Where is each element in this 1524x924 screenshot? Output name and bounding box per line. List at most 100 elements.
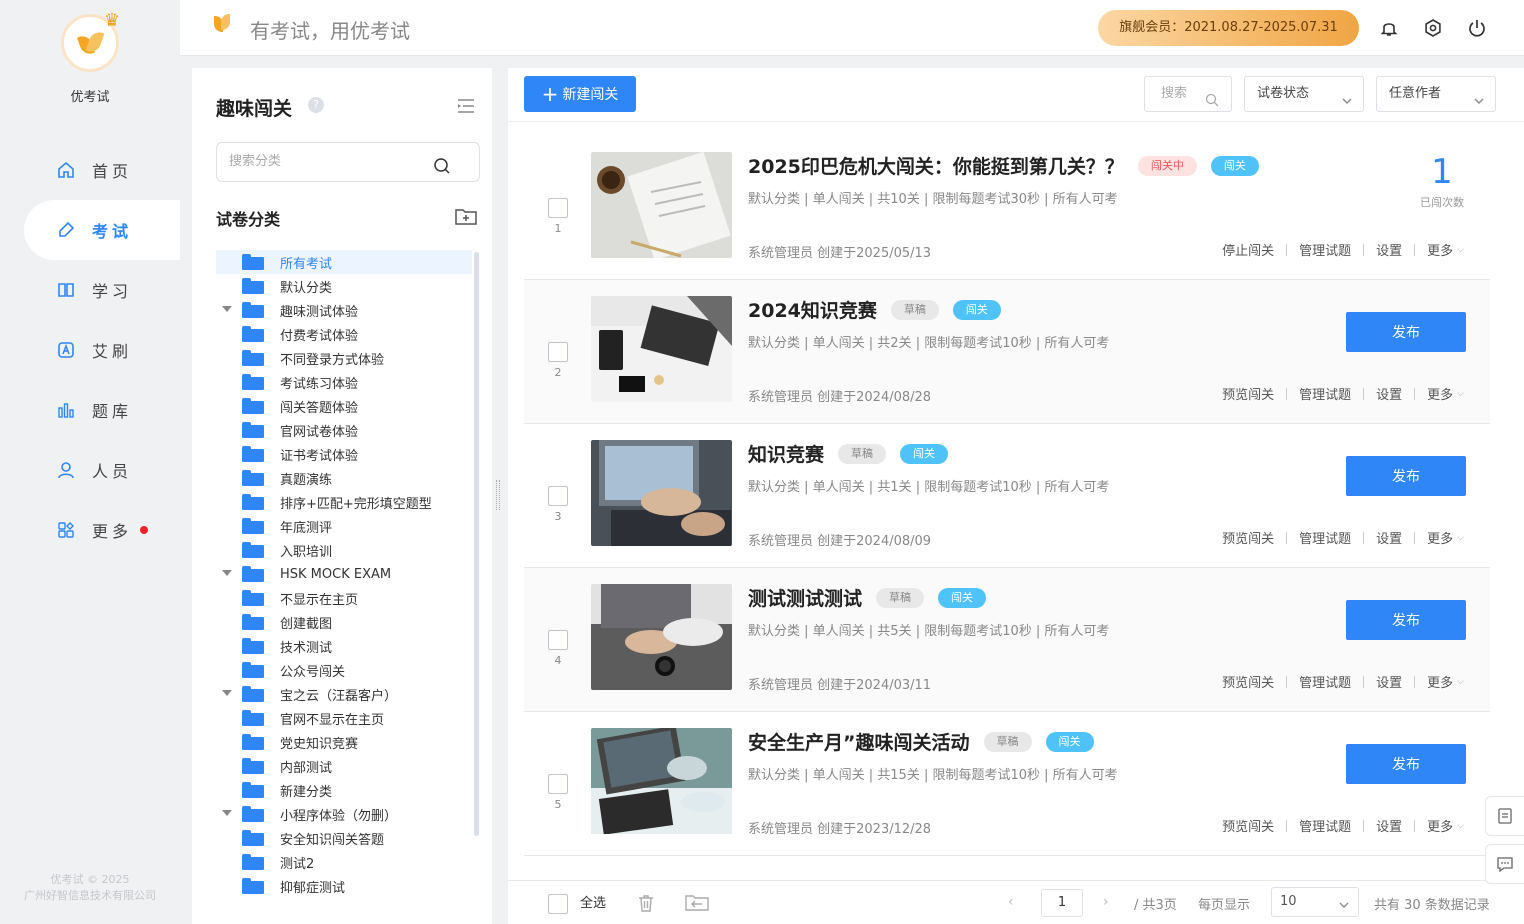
category-item[interactable]: 所有考试 — [216, 250, 472, 274]
category-item[interactable]: 内部测试 — [216, 754, 472, 778]
nav-item-exam[interactable]: 考试 — [24, 200, 180, 260]
publish-button[interactable]: 发布 — [1346, 744, 1466, 784]
power-icon[interactable] — [1465, 16, 1489, 40]
action-link[interactable]: 管理试题 — [1299, 528, 1351, 547]
cover-image[interactable] — [591, 296, 732, 402]
tree-scrollbar[interactable] — [474, 252, 479, 836]
category-item[interactable]: 默认分类 — [216, 274, 472, 298]
action-link[interactable]: 停止闯关 — [1222, 240, 1274, 259]
category-item[interactable]: 考试练习体验 — [216, 370, 472, 394]
challenge-title[interactable]: 知识竞赛 草稿 闯关 — [748, 440, 949, 467]
search-input[interactable]: 搜索 — [1144, 76, 1232, 112]
move-folder-icon[interactable] — [684, 893, 710, 917]
nav-item-more[interactable]: 更多 — [0, 500, 180, 560]
search-icon[interactable] — [1205, 87, 1219, 121]
row-checkbox[interactable] — [548, 774, 568, 794]
action-link[interactable]: 设置 — [1376, 816, 1402, 835]
category-item[interactable]: 不显示在主页 — [216, 586, 472, 610]
action-link[interactable]: 设置 — [1376, 672, 1402, 691]
publish-button[interactable]: 发布 — [1346, 456, 1466, 496]
membership-badge[interactable]: 旗舰会员：2021.08.27-2025.07.31 — [1098, 10, 1359, 46]
challenge-title[interactable]: 测试测试测试 草稿 闯关 — [748, 584, 987, 611]
category-item[interactable]: 入职培训 — [216, 538, 472, 562]
publish-button[interactable]: 发布 — [1346, 312, 1466, 352]
author-select[interactable]: 任意作者 — [1376, 76, 1496, 112]
row-checkbox[interactable] — [548, 486, 568, 506]
cover-image[interactable] — [591, 584, 732, 690]
collapse-menu-icon[interactable] — [456, 98, 476, 114]
action-link[interactable]: 更多 — [1427, 528, 1453, 547]
cover-image[interactable] — [591, 152, 732, 258]
expand-arrow-icon[interactable] — [222, 810, 232, 816]
select-all-checkbox[interactable] — [548, 894, 568, 914]
nav-item-bank[interactable]: 题库 — [0, 380, 180, 440]
action-link[interactable]: 更多 — [1427, 384, 1453, 403]
challenge-title[interactable]: 2025印巴危机大闯关：你能挺到第几关？？ 闯关中 闯关 — [748, 152, 1259, 179]
action-link[interactable]: 管理试题 — [1299, 816, 1351, 835]
action-link[interactable]: 更多 — [1427, 240, 1453, 259]
category-item[interactable]: 测试2 — [216, 850, 472, 874]
row-checkbox[interactable] — [548, 630, 568, 650]
category-item[interactable]: 排序+匹配+完形填空题型 — [216, 490, 472, 514]
category-item[interactable]: 创建截图 — [216, 610, 472, 634]
expand-arrow-icon[interactable] — [222, 690, 232, 696]
nav-item-study[interactable]: 学习 — [0, 260, 180, 320]
action-link[interactable]: 设置 — [1376, 528, 1402, 547]
next-page-icon[interactable]: › — [1103, 894, 1109, 910]
publish-button[interactable]: 发布 — [1346, 600, 1466, 640]
category-item[interactable]: 趣味测试体验 — [216, 298, 472, 322]
nav-item-people[interactable]: 人员 — [0, 440, 180, 500]
category-item[interactable]: 闯关答题体验 — [216, 394, 472, 418]
category-item[interactable]: 小程序体验（勿删） — [216, 802, 472, 826]
action-link[interactable]: 预览闯关 — [1222, 528, 1274, 547]
action-link[interactable]: 预览闯关 — [1222, 672, 1274, 691]
action-link[interactable]: 更多 — [1427, 672, 1453, 691]
cover-image[interactable] — [591, 728, 732, 834]
panel-splitter[interactable] — [496, 480, 500, 510]
expand-arrow-icon[interactable] — [222, 570, 232, 576]
category-item[interactable]: 党史知识竞赛 — [216, 730, 472, 754]
search-icon[interactable] — [433, 153, 451, 191]
select-all-label[interactable]: 全选 — [580, 894, 606, 914]
chat-float-button[interactable] — [1485, 844, 1524, 884]
category-item[interactable]: 真题演练 — [216, 466, 472, 490]
category-item[interactable]: 抑郁症测试 — [216, 874, 472, 898]
action-link[interactable]: 更多 — [1427, 816, 1453, 835]
notes-float-button[interactable] — [1485, 796, 1524, 836]
row-checkbox[interactable] — [548, 198, 568, 218]
action-link[interactable]: 预览闯关 — [1222, 816, 1274, 835]
category-item[interactable]: 宝之云（汪磊客户） — [216, 682, 472, 706]
challenge-title[interactable]: 安全生产月”趣味闯关活动 草稿 闯关 — [748, 728, 1094, 755]
category-item[interactable]: 不同登录方式体验 — [216, 346, 472, 370]
nav-item-home[interactable]: 首页 — [0, 140, 180, 200]
category-item[interactable]: 技术测试 — [216, 634, 472, 658]
bell-icon[interactable] — [1377, 16, 1401, 40]
category-item[interactable]: 官网试卷体验 — [216, 418, 472, 442]
category-item[interactable]: 公众号闯关 — [216, 658, 472, 682]
gear-icon[interactable] — [1421, 16, 1445, 40]
status-select[interactable]: 试卷状态 — [1244, 76, 1364, 112]
action-link[interactable]: 管理试题 — [1299, 240, 1351, 259]
action-link[interactable]: 管理试题 — [1299, 672, 1351, 691]
category-item[interactable]: 付费考试体验 — [216, 322, 472, 346]
new-challenge-button[interactable]: + 新建闯关 — [524, 76, 636, 112]
category-item[interactable]: 年底测评 — [216, 514, 472, 538]
help-icon[interactable]: ? — [308, 97, 324, 113]
category-item[interactable]: HSK MOCK EXAM — [216, 562, 472, 586]
prev-page-icon[interactable]: ‹ — [1008, 894, 1014, 910]
challenge-title[interactable]: 2024知识竞赛 草稿 闯关 — [748, 296, 1001, 323]
page-size-select[interactable]: 10 — [1271, 887, 1359, 917]
cover-image[interactable] — [591, 440, 732, 546]
row-checkbox[interactable] — [548, 342, 568, 362]
action-link[interactable]: 管理试题 — [1299, 384, 1351, 403]
page-input[interactable]: 1 — [1041, 889, 1083, 917]
category-search-input[interactable]: 搜索分类 — [216, 142, 480, 182]
trash-icon[interactable] — [636, 893, 656, 917]
category-item[interactable]: 证书考试体验 — [216, 442, 472, 466]
expand-arrow-icon[interactable] — [222, 306, 232, 312]
category-item[interactable]: 安全知识闯关答题 — [216, 826, 472, 850]
category-item[interactable]: 官网不显示在主页 — [216, 706, 472, 730]
add-folder-icon[interactable] — [454, 206, 478, 230]
action-link[interactable]: 设置 — [1376, 384, 1402, 403]
action-link[interactable]: 预览闯关 — [1222, 384, 1274, 403]
